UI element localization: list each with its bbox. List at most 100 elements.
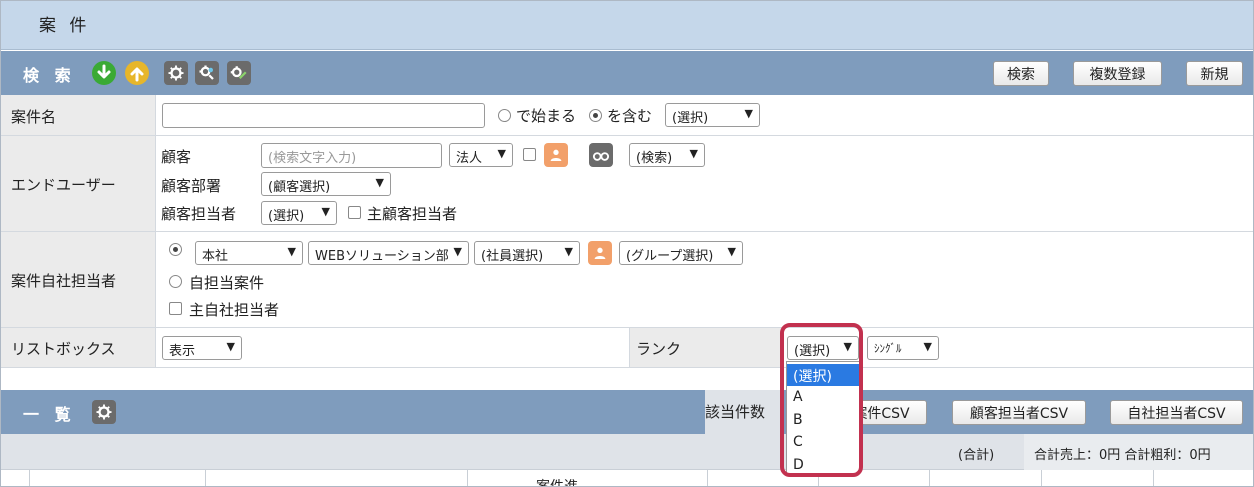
case-name-label: 案件名 bbox=[11, 108, 57, 126]
hits-count: 該当件数 bbox=[705, 390, 781, 434]
customer-rep-label: 顧客担当者 bbox=[161, 205, 237, 223]
chevron-down-icon: ▼ bbox=[375, 176, 384, 189]
own-rep-csv-button[interactable]: 自社担当者CSV bbox=[1110, 400, 1243, 425]
arrow-up-icon[interactable] bbox=[125, 61, 149, 85]
listbox-display-select[interactable]: 表示 ▼ bbox=[162, 336, 242, 360]
starts-with-label: で始まる bbox=[516, 107, 577, 125]
table-column-divider bbox=[707, 470, 708, 486]
title-bar: 案 件 bbox=[1, 1, 1253, 50]
chevron-down-icon: ▼ bbox=[923, 340, 932, 353]
office-select-value: 本社 bbox=[202, 249, 229, 264]
gear-edit-icon[interactable] bbox=[227, 61, 251, 85]
case-name-match-select[interactable]: (選択) ▼ bbox=[665, 103, 760, 127]
group-select-value: (グループ選択) bbox=[626, 249, 714, 264]
table-column-divider bbox=[1041, 470, 1042, 486]
listbox-row: リストボックス 表示 ▼ ランク (選択) ▼ ｼﾝｸﾞﾙ ▼ bbox=[1, 328, 1253, 368]
search-button[interactable]: 検索 bbox=[993, 61, 1049, 86]
listbox-display-value: 表示 bbox=[169, 344, 196, 359]
search-header: 検 索 検索 複数登録 新規 bbox=[1, 51, 1253, 95]
own-rep-header: 案件自社担当者 bbox=[1, 232, 156, 327]
person-icon[interactable] bbox=[588, 241, 612, 265]
single-select-value: ｼﾝｸﾞﾙ bbox=[874, 342, 902, 355]
customer-rep-select[interactable]: (選択) ▼ bbox=[261, 201, 337, 225]
contains-radio[interactable] bbox=[589, 109, 602, 122]
totals-summary-text: 合計売上：0円 合計粗利：0円 bbox=[1034, 448, 1211, 463]
case-name-row: 案件名 で始まる を含む (選択) ▼ bbox=[1, 95, 1253, 136]
listbox-header: リストボックス bbox=[1, 328, 156, 367]
customer-search-input[interactable]: (検索文字入力) bbox=[261, 143, 442, 168]
own-rep-row: 案件自社担当者 本社 ▼ WEBソリューション部 ▼ (社員選択) ▼ (グループ選択… bbox=[1, 232, 1253, 328]
results-table-header: 案件進 bbox=[1, 470, 1253, 487]
page-title: 案 件 bbox=[39, 16, 91, 36]
chevron-down-icon: ▼ bbox=[287, 245, 296, 258]
end-user-label: エンドユーザー bbox=[11, 176, 116, 194]
main-customer-rep-label: 主顧客担当者 bbox=[367, 205, 458, 223]
contains-label: を含む bbox=[607, 107, 653, 125]
binoculars-icon[interactable] bbox=[589, 143, 613, 167]
group-select[interactable]: (グループ選択) ▼ bbox=[619, 241, 743, 265]
customer-label: 顧客 bbox=[161, 148, 192, 166]
table-column-divider bbox=[29, 470, 30, 486]
person-icon[interactable] bbox=[544, 143, 568, 167]
case-name-input[interactable] bbox=[162, 103, 485, 128]
listbox-label: リストボックス bbox=[11, 340, 116, 358]
list-header: 一 覧 該当件数 案件CSV 顧客担当者CSV 自社担当者CSV bbox=[1, 390, 1253, 434]
main-own-rep-label: 主自社担当者 bbox=[189, 301, 280, 319]
starts-with-radio[interactable] bbox=[498, 109, 511, 122]
customer-rep-value: (選択) bbox=[268, 209, 305, 224]
gear-search-icon[interactable] bbox=[195, 61, 219, 85]
totals-label: (合計) bbox=[958, 448, 995, 463]
customer-rep-csv-button[interactable]: 顧客担当者CSV bbox=[952, 400, 1086, 425]
corp-select[interactable]: 法人 ▼ bbox=[449, 143, 513, 167]
highlight-annotation bbox=[780, 323, 863, 477]
chevron-down-icon: ▼ bbox=[226, 340, 235, 353]
customer-search-select[interactable]: (検索) ▼ bbox=[629, 143, 705, 167]
customer-dept-value: (顧客選択) bbox=[268, 180, 331, 195]
main-own-rep-checkbox[interactable] bbox=[169, 302, 182, 315]
totals-summary: 合計売上：0円 合計粗利：0円 bbox=[1024, 434, 1253, 470]
customer-checkbox[interactable] bbox=[523, 148, 536, 161]
search-section-label: 検 索 bbox=[23, 66, 76, 85]
own-rep-radio[interactable] bbox=[169, 243, 182, 256]
table-column-caption: 案件進 bbox=[536, 479, 578, 487]
chevron-down-icon: ▼ bbox=[321, 205, 330, 218]
customer-dept-select[interactable]: (顧客選択) ▼ bbox=[261, 172, 391, 196]
rank-header: ランク bbox=[629, 328, 781, 367]
office-select[interactable]: 本社 ▼ bbox=[195, 241, 303, 265]
chevron-down-icon: ▼ bbox=[453, 245, 462, 258]
case-name-match-value: (選択) bbox=[672, 111, 709, 126]
bulk-register-button[interactable]: 複数登録 bbox=[1073, 61, 1162, 86]
chevron-down-icon: ▼ bbox=[689, 147, 698, 160]
own-rep-label: 案件自社担当者 bbox=[11, 272, 117, 290]
case-name-header: 案件名 bbox=[1, 95, 156, 135]
single-select[interactable]: ｼﾝｸﾞﾙ ▼ bbox=[867, 336, 939, 360]
department-select-value: WEBソリューション部 bbox=[315, 249, 449, 264]
department-select[interactable]: WEBソリューション部 ▼ bbox=[308, 241, 469, 265]
new-button[interactable]: 新規 bbox=[1186, 61, 1243, 86]
arrow-down-icon[interactable] bbox=[92, 61, 116, 85]
chevron-down-icon: ▼ bbox=[564, 245, 573, 258]
table-column-divider bbox=[929, 470, 930, 486]
chevron-down-icon: ▼ bbox=[744, 107, 753, 120]
corp-select-value: 法人 bbox=[456, 151, 483, 166]
table-column-divider bbox=[467, 470, 468, 486]
staff-select[interactable]: (社員選択) ▼ bbox=[474, 241, 580, 265]
gear-icon[interactable] bbox=[92, 400, 116, 424]
table-column-divider bbox=[205, 470, 206, 486]
totals-row: (合計) 合計売上：0円 合計粗利：0円 bbox=[1, 434, 1253, 470]
customer-dept-label: 顧客部署 bbox=[161, 177, 222, 195]
case-search-window: 案 件 検 索 検索 複数登録 新規 案件名 で始まる を含む (選択) ▼ エ… bbox=[0, 0, 1254, 487]
hits-count-label: 該当件数 bbox=[705, 403, 766, 421]
customer-search-value: (検索) bbox=[636, 151, 673, 166]
chevron-down-icon: ▼ bbox=[727, 245, 736, 258]
own-case-radio[interactable] bbox=[169, 275, 182, 288]
staff-select-value: (社員選択) bbox=[481, 249, 544, 264]
list-section-label: 一 覧 bbox=[23, 405, 76, 424]
end-user-header: エンドユーザー bbox=[1, 136, 156, 231]
rank-label: ランク bbox=[636, 340, 682, 358]
chevron-down-icon: ▼ bbox=[497, 147, 506, 160]
main-customer-rep-checkbox[interactable] bbox=[348, 206, 361, 219]
gear-icon[interactable] bbox=[164, 61, 188, 85]
own-case-label: 自担当案件 bbox=[189, 274, 265, 292]
table-column-divider bbox=[1153, 470, 1154, 486]
